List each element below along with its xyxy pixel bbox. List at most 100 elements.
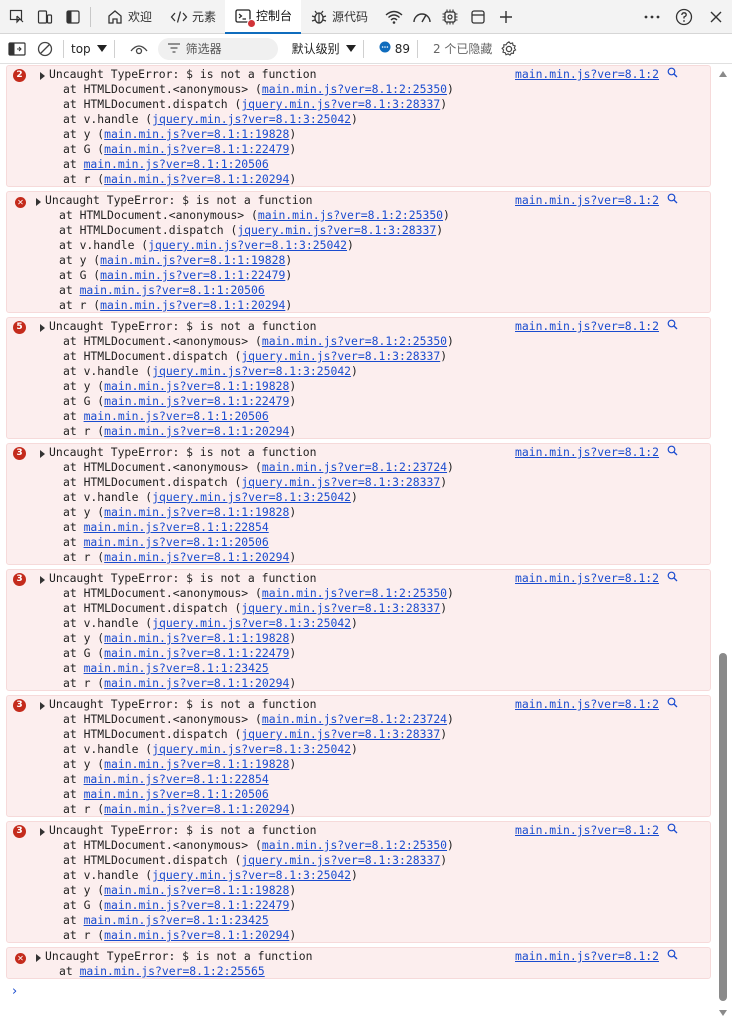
stack-frame-link[interactable]: jquery.min.js?ver=8.1:3:25042 [152, 490, 351, 504]
stack-frame-link[interactable]: main.min.js?ver=8.1:2:25350 [262, 838, 447, 852]
live-expression-eye-icon[interactable] [128, 38, 150, 60]
search-error-icon[interactable] [667, 823, 678, 838]
expand-triangle-icon[interactable] [40, 576, 45, 584]
source-location-link[interactable]: main.min.js?ver=8.1:2 [515, 949, 659, 964]
stack-frame-link[interactable]: main.min.js?ver=8.1:1:22479 [104, 142, 289, 156]
console-error-entry[interactable]: 3 Uncaught TypeError: $ is not a function… [6, 695, 711, 817]
stack-frame-link[interactable]: main.min.js?ver=8.1:1:20294 [100, 298, 285, 312]
scrollbar-thumb[interactable] [719, 653, 727, 1001]
search-error-icon[interactable] [667, 949, 678, 964]
console-error-entry[interactable]: 3 Uncaught TypeError: $ is not a function… [6, 443, 711, 565]
stack-frame-link[interactable]: jquery.min.js?ver=8.1:3:28337 [241, 349, 440, 363]
console-error-entry[interactable]: 3 Uncaught TypeError: $ is not a function… [6, 569, 711, 691]
console-error-entry[interactable]: ✕ Uncaught TypeError: $ is not a function… [6, 947, 711, 979]
stack-frame-link[interactable]: main.min.js?ver=8.1:1:19828 [104, 379, 289, 393]
stack-frame-link[interactable]: main.min.js?ver=8.1:2:23724 [262, 460, 447, 474]
source-location-link[interactable]: main.min.js?ver=8.1:2 [515, 823, 659, 838]
source-location-link[interactable]: main.min.js?ver=8.1:2 [515, 319, 659, 334]
stack-frame-link[interactable]: jquery.min.js?ver=8.1:3:28337 [237, 223, 436, 237]
stack-frame-link[interactable]: jquery.min.js?ver=8.1:3:28337 [241, 475, 440, 489]
stack-frame-link[interactable]: jquery.min.js?ver=8.1:3:25042 [148, 238, 347, 252]
add-tab-icon[interactable] [495, 6, 517, 28]
stack-frame-link[interactable]: jquery.min.js?ver=8.1:3:25042 [152, 868, 351, 882]
stack-frame-link[interactable]: main.min.js?ver=8.1:1:20294 [104, 676, 289, 690]
search-error-icon[interactable] [667, 67, 678, 82]
stack-frame-link[interactable]: main.min.js?ver=8.1:1:20506 [84, 157, 269, 171]
source-location-link[interactable]: main.min.js?ver=8.1:2 [515, 67, 659, 82]
stack-frame-link[interactable]: main.min.js?ver=8.1:1:20294 [104, 550, 289, 564]
expand-triangle-icon[interactable] [40, 828, 45, 836]
stack-frame-link[interactable]: main.min.js?ver=8.1:1:22854 [84, 772, 269, 786]
filter-input[interactable]: 筛选器 [157, 37, 278, 60]
source-location-link[interactable]: main.min.js?ver=8.1:2 [515, 445, 659, 460]
stack-frame-link[interactable]: jquery.min.js?ver=8.1:3:25042 [152, 616, 351, 630]
stack-frame-link[interactable]: main.min.js?ver=8.1:2:25350 [262, 586, 447, 600]
expand-triangle-icon[interactable] [40, 324, 45, 332]
stack-frame-link[interactable]: jquery.min.js?ver=8.1:3:25042 [152, 112, 351, 126]
tab-elements[interactable]: 元素 [161, 0, 225, 34]
scroll-up-arrow-icon[interactable] [719, 71, 727, 77]
tab-welcome[interactable]: 欢迎 [97, 0, 161, 34]
scroll-down-arrow-icon[interactable] [719, 1010, 727, 1016]
stack-frame-link[interactable]: main.min.js?ver=8.1:2:25350 [262, 334, 447, 348]
search-error-icon[interactable] [667, 571, 678, 586]
stack-frame-link[interactable]: main.min.js?ver=8.1:1:19828 [104, 757, 289, 771]
stack-frame-link[interactable]: jquery.min.js?ver=8.1:3:28337 [241, 97, 440, 111]
help-icon[interactable] [673, 6, 695, 28]
memory-chip-icon[interactable] [439, 6, 461, 28]
stack-frame-link[interactable]: jquery.min.js?ver=8.1:3:25042 [152, 742, 351, 756]
stack-frame-link[interactable]: main.min.js?ver=8.1:2:25350 [258, 208, 443, 222]
stack-frame-link[interactable]: main.min.js?ver=8.1:1:23425 [84, 913, 269, 927]
stack-frame-link[interactable]: main.min.js?ver=8.1:1:20506 [80, 283, 265, 297]
expand-triangle-icon[interactable] [40, 450, 45, 458]
stack-frame-link[interactable]: main.min.js?ver=8.1:1:19828 [104, 505, 289, 519]
application-window-icon[interactable] [467, 6, 489, 28]
show-sidebar-icon[interactable] [6, 38, 28, 60]
more-options-icon[interactable] [641, 6, 663, 28]
log-levels-dropdown[interactable]: 默认级别 [292, 40, 356, 57]
context-selector[interactable]: top [71, 42, 107, 56]
stack-frame-link[interactable]: main.min.js?ver=8.1:2:23724 [262, 712, 447, 726]
performance-gauge-icon[interactable] [411, 6, 433, 28]
stack-frame-link[interactable]: main.min.js?ver=8.1:1:20294 [104, 802, 289, 816]
source-location-link[interactable]: main.min.js?ver=8.1:2 [515, 193, 659, 208]
stack-frame-link[interactable]: main.min.js?ver=8.1:1:22854 [84, 520, 269, 534]
stack-frame-link[interactable]: main.min.js?ver=8.1:1:22479 [100, 268, 285, 282]
console-prompt[interactable]: › [12, 984, 17, 999]
console-error-entry[interactable]: 2 Uncaught TypeError: $ is not a function… [6, 65, 711, 187]
clear-console-icon[interactable] [34, 38, 56, 60]
expand-triangle-icon[interactable] [40, 72, 45, 80]
stack-frame-link[interactable]: main.min.js?ver=8.1:1:20506 [84, 535, 269, 549]
stack-frame-link[interactable]: main.min.js?ver=8.1:1:20506 [84, 787, 269, 801]
stack-frame-link[interactable]: main.min.js?ver=8.1:1:23425 [84, 661, 269, 675]
device-emulation-icon[interactable] [34, 6, 56, 28]
stack-frame-link[interactable]: main.min.js?ver=8.1:1:20506 [84, 409, 269, 423]
expand-triangle-icon[interactable] [36, 198, 41, 206]
stack-frame-link[interactable]: main.min.js?ver=8.1:2:25565 [80, 964, 265, 978]
console-scrollbar[interactable] [714, 65, 732, 1024]
stack-frame-link[interactable]: main.min.js?ver=8.1:1:19828 [104, 883, 289, 897]
stack-frame-link[interactable]: main.min.js?ver=8.1:2:25350 [262, 82, 447, 96]
stack-frame-link[interactable]: main.min.js?ver=8.1:1:19828 [104, 631, 289, 645]
source-location-link[interactable]: main.min.js?ver=8.1:2 [515, 697, 659, 712]
dock-sidebar-icon[interactable] [62, 6, 84, 28]
message-count[interactable]: 89 [379, 41, 410, 56]
expand-triangle-icon[interactable] [40, 702, 45, 710]
source-location-link[interactable]: main.min.js?ver=8.1:2 [515, 571, 659, 586]
search-error-icon[interactable] [667, 319, 678, 334]
search-error-icon[interactable] [667, 193, 678, 208]
inspect-element-icon[interactable] [6, 6, 28, 28]
stack-frame-link[interactable]: main.min.js?ver=8.1:1:19828 [100, 253, 285, 267]
stack-frame-link[interactable]: main.min.js?ver=8.1:1:20294 [104, 928, 289, 942]
stack-frame-link[interactable]: main.min.js?ver=8.1:1:19828 [104, 127, 289, 141]
stack-frame-link[interactable]: main.min.js?ver=8.1:1:22479 [104, 646, 289, 660]
stack-frame-link[interactable]: jquery.min.js?ver=8.1:3:28337 [241, 601, 440, 615]
console-error-entry[interactable]: 3 Uncaught TypeError: $ is not a function… [6, 821, 711, 943]
console-error-entry[interactable]: ✕ Uncaught TypeError: $ is not a function… [6, 191, 711, 313]
console-error-entry[interactable]: 5 Uncaught TypeError: $ is not a function… [6, 317, 711, 439]
stack-frame-link[interactable]: main.min.js?ver=8.1:1:22479 [104, 898, 289, 912]
expand-triangle-icon[interactable] [36, 954, 41, 962]
console-settings-gear-icon[interactable] [498, 38, 520, 60]
stack-frame-link[interactable]: jquery.min.js?ver=8.1:3:28337 [241, 853, 440, 867]
search-error-icon[interactable] [667, 445, 678, 460]
